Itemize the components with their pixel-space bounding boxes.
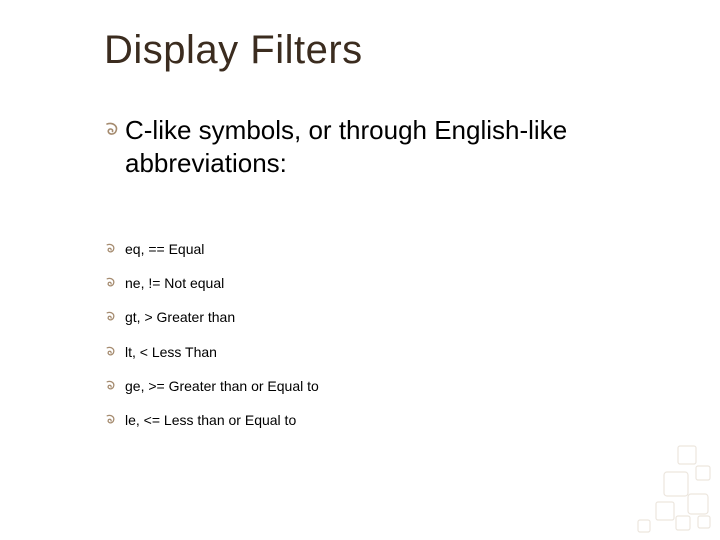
list-item: gt, > Greater than xyxy=(125,308,319,326)
list-item: lt, < Less Than xyxy=(125,343,319,361)
list-item: le, <= Less than or Equal to xyxy=(125,411,319,429)
swirl-bullet-icon xyxy=(103,242,117,256)
list-item-text: ge, >= Greater than or Equal to xyxy=(125,378,319,394)
swirl-bullet-icon xyxy=(103,276,117,290)
corner-decoration-icon xyxy=(618,438,718,538)
swirl-bullet-icon xyxy=(103,379,117,393)
list-item-text: lt, < Less Than xyxy=(125,344,217,360)
list-item: eq, == Equal xyxy=(125,240,319,258)
list-item: ge, >= Greater than or Equal to xyxy=(125,377,319,395)
swirl-bullet-icon xyxy=(103,413,117,427)
intro-text: C-like symbols, or through English-like … xyxy=(125,115,567,178)
slide-title: Display Filters xyxy=(104,28,363,73)
intro-line: C-like symbols, or through English-like … xyxy=(125,114,625,179)
list-item-text: ne, != Not equal xyxy=(125,275,224,291)
list-item-text: eq, == Equal xyxy=(125,241,204,257)
bullet-list: eq, == Equal ne, != Not equal gt, > Grea… xyxy=(125,240,319,445)
slide: Display Filters C-like symbols, or throu… xyxy=(0,0,720,540)
swirl-bullet-icon xyxy=(101,120,121,140)
list-item-text: le, <= Less than or Equal to xyxy=(125,412,296,428)
list-item-text: gt, > Greater than xyxy=(125,309,235,325)
swirl-bullet-icon xyxy=(103,310,117,324)
swirl-bullet-icon xyxy=(103,345,117,359)
list-item: ne, != Not equal xyxy=(125,274,319,292)
